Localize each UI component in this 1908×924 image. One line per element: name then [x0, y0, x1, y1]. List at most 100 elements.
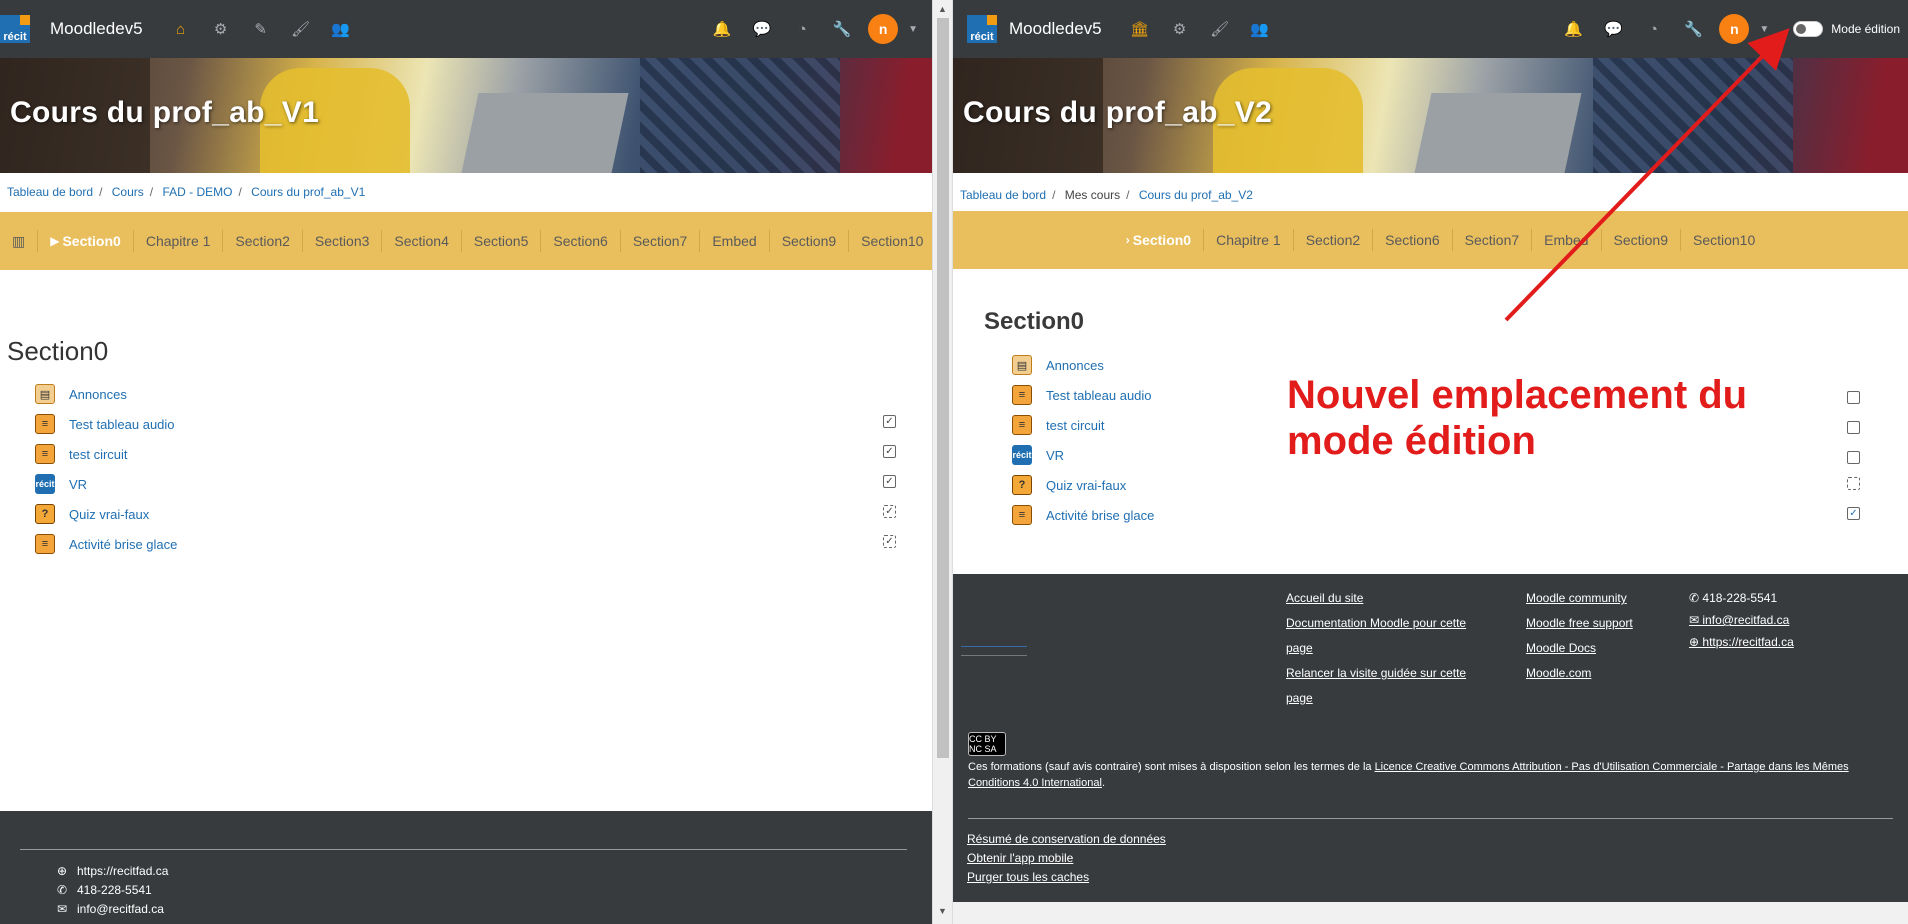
wrench-icon[interactable]: 🔧	[831, 18, 853, 40]
activity-link[interactable]: Quiz vrai-faux	[1046, 478, 1126, 493]
dashboard-icon[interactable]: ◔	[791, 18, 813, 40]
toggle-switch[interactable]	[1793, 21, 1824, 37]
activity-row[interactable]: ≡ test circuit	[35, 444, 128, 464]
activity-row[interactable]: ≡ test circuit	[1012, 415, 1105, 435]
activity-link[interactable]: test circuit	[69, 447, 128, 462]
completion-checkbox[interactable]	[1847, 451, 1860, 464]
avatar[interactable]: n	[1719, 14, 1750, 44]
creative-commons-icon[interactable]: CC BY NC SA	[968, 732, 1006, 756]
completion-checkbox[interactable]: ✓	[883, 535, 896, 548]
completion-checkbox[interactable]	[1847, 391, 1860, 404]
completion-checkbox[interactable]: ✓	[883, 505, 896, 518]
tab-section6[interactable]: Section6	[541, 230, 621, 252]
completion-checkbox[interactable]	[1847, 477, 1860, 490]
activity-row[interactable]: ≡ Test tableau audio	[35, 414, 175, 434]
activity-link[interactable]: Annonces	[69, 387, 127, 402]
footer-link[interactable]: Moodle.com	[1526, 666, 1591, 680]
breadcrumb-item[interactable]: Cours du prof_ab_V2	[1139, 188, 1253, 202]
tab-section10[interactable]: Section10	[849, 230, 932, 252]
tab-chapitre1[interactable]: Chapitre 1	[134, 230, 224, 252]
map-icon[interactable]: ▥	[0, 230, 39, 252]
tab-embed[interactable]: Embed	[700, 230, 770, 252]
activity-row[interactable]: ▤ Annonces	[35, 384, 127, 404]
site-brand[interactable]: Moodledev5	[50, 19, 143, 39]
tab-section0[interactable]: ▶ Section0	[38, 230, 134, 252]
bell-icon[interactable]: 🔔	[1562, 18, 1584, 40]
breadcrumb-item[interactable]: Cours du prof_ab_V1	[251, 185, 365, 199]
footer-link[interactable]: Obtenir l'app mobile	[967, 851, 1073, 865]
activity-link[interactable]: Activité brise glace	[1046, 508, 1154, 523]
activity-row[interactable]: ? Quiz vrai-faux	[1012, 475, 1126, 495]
tab-section9[interactable]: Section9	[1602, 229, 1681, 251]
activity-row[interactable]: ▤ Annonces	[1012, 355, 1104, 375]
bell-icon[interactable]: 🔔	[711, 18, 733, 40]
edit-mode-toggle[interactable]: Mode édition	[1793, 21, 1900, 37]
footer-link[interactable]: page	[1286, 641, 1313, 655]
completion-checkbox[interactable]: ✓	[883, 415, 896, 428]
footer-link[interactable]: Moodle free support	[1526, 616, 1633, 630]
activity-row[interactable]: récit VR	[35, 474, 87, 494]
activity-link[interactable]: test circuit	[1046, 418, 1105, 433]
completion-checkbox[interactable]: ✓	[883, 445, 896, 458]
breadcrumb-item[interactable]: Tableau de bord	[7, 185, 93, 199]
tab-section2[interactable]: Section2	[223, 230, 303, 252]
activity-row[interactable]: ≡ Test tableau audio	[1012, 385, 1152, 405]
tab-embed[interactable]: Embed	[1532, 229, 1602, 251]
recit-logo[interactable]: récit	[0, 15, 30, 43]
tab-section7[interactable]: Section7	[621, 230, 701, 252]
scrollbar[interactable]: ▲ ▼	[932, 0, 953, 924]
tab-section0[interactable]: › Section0	[1114, 229, 1205, 251]
breadcrumb-item[interactable]: FAD - DEMO	[162, 185, 232, 199]
footer-link[interactable]: Documentation Moodle pour cette	[1286, 616, 1466, 630]
completion-checkbox[interactable]: ✓	[1847, 507, 1860, 520]
footer-link[interactable]: Moodle Docs	[1526, 641, 1596, 655]
tab-section2[interactable]: Section2	[1294, 229, 1374, 251]
footer-link[interactable]: Moodle community	[1526, 591, 1627, 605]
footer-website[interactable]: ⊕ https://recitfad.ca	[1689, 635, 1794, 649]
footer-website[interactable]: ⊕ https://recitfad.ca	[57, 864, 168, 878]
completion-checkbox[interactable]	[1847, 421, 1860, 434]
tab-section6[interactable]: Section6	[1373, 229, 1453, 251]
brush-icon[interactable]: 🖌	[1209, 18, 1231, 40]
gear-icon[interactable]: ⚙	[1169, 18, 1191, 40]
institution-icon[interactable]: 🏛	[1129, 18, 1151, 40]
footer-phone[interactable]: ✆ 418-228-5541	[57, 883, 152, 897]
chevron-down-icon[interactable]: ▼	[908, 24, 918, 35]
scroll-down-icon[interactable]: ▼	[938, 906, 947, 916]
footer-email[interactable]: ✉ info@recitfad.ca	[1689, 613, 1789, 627]
activity-link[interactable]: Activité brise glace	[69, 537, 177, 552]
footer-link[interactable]: page	[1286, 691, 1313, 705]
pencil-icon[interactable]: ✎	[250, 18, 272, 40]
activity-link[interactable]: Quiz vrai-faux	[69, 507, 149, 522]
wrench-icon[interactable]: 🔧	[1682, 18, 1704, 40]
tab-section10[interactable]: Section10	[1681, 229, 1767, 251]
tab-section9[interactable]: Section9	[770, 230, 850, 252]
activity-row[interactable]: ≡ Activité brise glace	[1012, 505, 1154, 525]
recit-logo[interactable]: récit	[967, 15, 997, 43]
activity-row[interactable]: ? Quiz vrai-faux	[35, 504, 149, 524]
activity-link[interactable]: VR	[1046, 448, 1064, 463]
activity-row[interactable]: ≡ Activité brise glace	[35, 534, 177, 554]
gear-icon[interactable]: ⚙	[210, 18, 232, 40]
breadcrumb-item[interactable]: Tableau de bord	[960, 188, 1046, 202]
users-icon[interactable]: 👥	[330, 18, 352, 40]
brush-icon[interactable]: 🖌	[290, 18, 312, 40]
footer-email[interactable]: ✉ info@recitfad.ca	[57, 902, 164, 916]
home-icon[interactable]: ⌂	[170, 18, 192, 40]
scroll-up-icon[interactable]: ▲	[938, 4, 947, 14]
activity-link[interactable]: Test tableau audio	[69, 417, 175, 432]
footer-link[interactable]: Purger tous les caches	[967, 870, 1089, 884]
dashboard-icon[interactable]: ◔	[1642, 18, 1664, 40]
breadcrumb-item[interactable]: Cours	[112, 185, 144, 199]
chevron-down-icon[interactable]: ▼	[1759, 24, 1769, 35]
tab-chapitre1[interactable]: Chapitre 1	[1204, 229, 1294, 251]
activity-link[interactable]: VR	[69, 477, 87, 492]
completion-checkbox[interactable]: ✓	[883, 475, 896, 488]
tab-section5[interactable]: Section5	[462, 230, 542, 252]
tab-section3[interactable]: Section3	[303, 230, 383, 252]
chat-icon[interactable]: 💬	[751, 18, 773, 40]
chat-icon[interactable]: 💬	[1602, 18, 1624, 40]
tab-section7[interactable]: Section7	[1453, 229, 1533, 251]
footer-link[interactable]: Résumé de conservation de données	[967, 832, 1166, 846]
footer-link[interactable]: Relancer la visite guidée sur cette	[1286, 666, 1466, 680]
